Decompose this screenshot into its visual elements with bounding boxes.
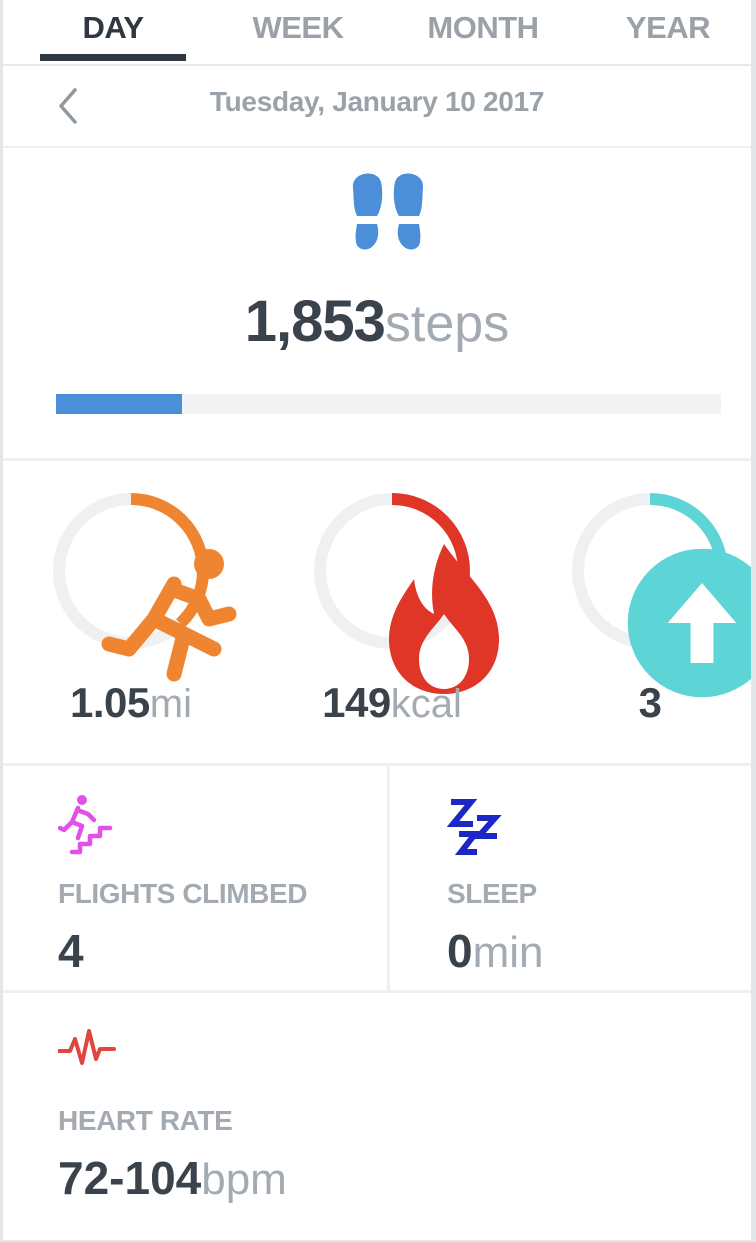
sleep-label: SLEEP [447, 878, 537, 909]
distance-value: 1.05 [70, 679, 150, 726]
steps-count: 1,853steps [3, 288, 751, 355]
calories-unit: kcal [390, 682, 462, 726]
tab-month[interactable]: MONTH [403, 8, 563, 56]
stats-grid: FLIGHTS CLIMBED 4 SLEEP 0min [3, 766, 751, 993]
steps-value: 1,853 [244, 289, 386, 354]
sleep-zzz-icon [446, 794, 507, 858]
stat-divider [387, 766, 390, 990]
distance-label: 1.05mi [31, 679, 231, 727]
tab-week[interactable]: WEEK [223, 8, 373, 56]
stairs-climber-icon [57, 794, 118, 858]
flights-climbed-label: FLIGHTS CLIMBED [58, 878, 308, 909]
heart-rate-value: 72-104 [58, 1152, 202, 1204]
flights-ring-label: 3 [550, 679, 750, 727]
distance-ring[interactable] [51, 491, 237, 682]
arrow-up-circle-icon [622, 543, 751, 698]
steps-unit: steps [384, 295, 510, 353]
steps-progress-bar [56, 394, 721, 414]
flights-climbed-card[interactable]: FLIGHTS CLIMBED 4 [57, 766, 378, 990]
heart-rate-label: HEART RATE [58, 1105, 233, 1136]
flights-climbed-value: 4 [58, 925, 84, 977]
tab-year[interactable]: YEAR [593, 8, 743, 56]
heart-rate-unit: bpm [201, 1155, 287, 1204]
sleep-card[interactable]: SLEEP 0min [446, 766, 747, 990]
heartbeat-icon [56, 1023, 118, 1075]
flights-climbed-value-line: 4 [58, 924, 84, 978]
calories-value: 149 [322, 679, 391, 726]
sleep-value: 0 [447, 925, 473, 977]
period-tabs: DAY WEEK MONTH YEAR [3, 0, 751, 66]
footprints-icon [347, 166, 429, 252]
flame-icon [364, 539, 499, 694]
flights-ring[interactable] [570, 491, 751, 698]
heart-rate-card[interactable]: HEART RATE 72-104bpm [56, 993, 658, 1233]
steps-progress-fill [56, 394, 183, 414]
calories-ring[interactable] [312, 491, 499, 694]
flights-ring-value: 3 [638, 679, 662, 726]
activity-screen: DAY WEEK MONTH YEAR Tuesday, January 10 … [3, 0, 751, 1240]
current-date: Tuesday, January 10 2017 [209, 86, 545, 117]
tab-day[interactable]: DAY [40, 8, 186, 56]
date-navigator: Tuesday, January 10 2017 [3, 66, 751, 148]
active-tab-indicator [40, 54, 186, 61]
activity-rings: 1.05mi 149kcal 3 [3, 461, 751, 766]
distance-unit: mi [149, 682, 192, 726]
running-icon [99, 539, 237, 682]
heart-rate-value-line: 72-104bpm [58, 1151, 287, 1205]
calories-label: 149kcal [292, 679, 492, 727]
steps-summary[interactable]: 1,853steps [3, 148, 751, 461]
sleep-value-line: 0min [447, 924, 544, 978]
sleep-unit: min [472, 928, 544, 977]
